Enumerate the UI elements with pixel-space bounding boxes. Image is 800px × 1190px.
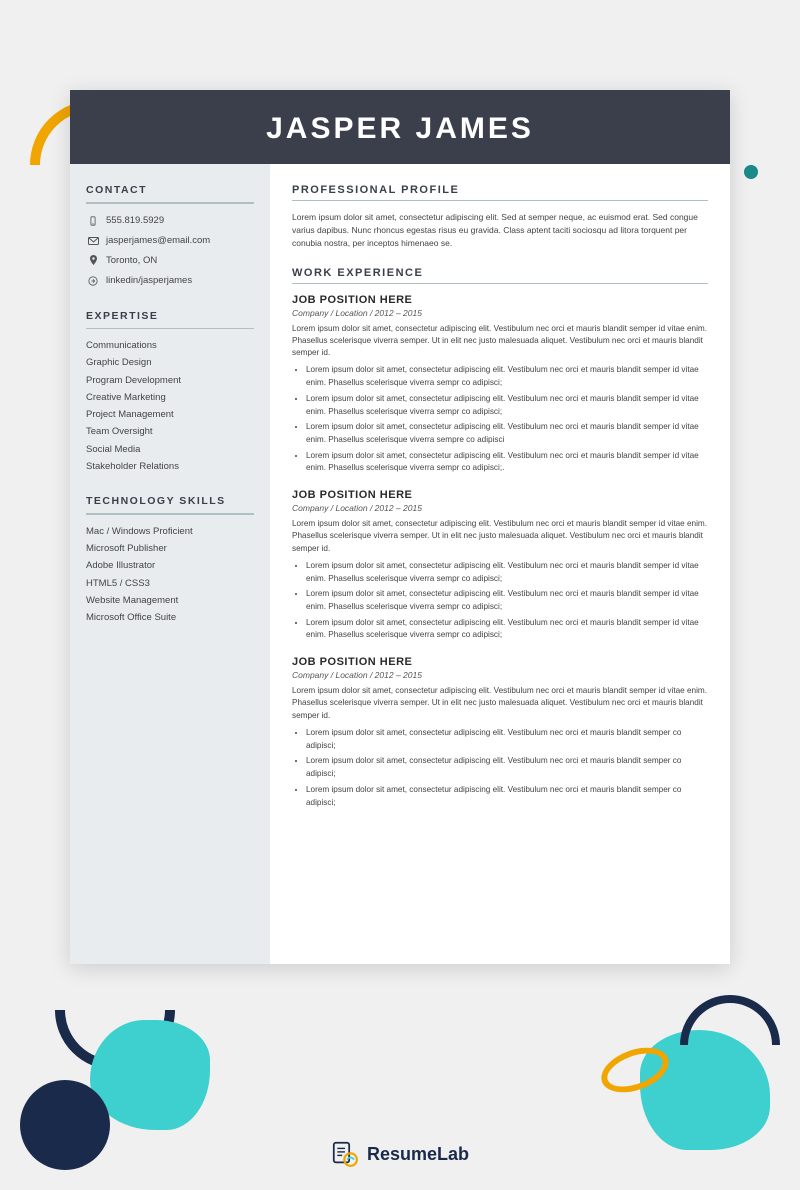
main-content: PROFESSIONAL PROFILE Lorem ipsum dolor s…	[270, 164, 730, 964]
job-1: JOB POSITION HERE Company / Location / 2…	[292, 294, 708, 476]
resume-header: JASPER JAMES	[70, 90, 730, 164]
location-contact: Toronto, ON	[86, 254, 254, 268]
teal-blob2-decoration	[640, 1030, 770, 1150]
expertise-section: EXPERTISE Communications Graphic Design …	[86, 310, 254, 474]
job-2-bullets: Lorem ipsum dolor sit amet, consectetur …	[292, 560, 708, 642]
expertise-item: Team Oversight	[86, 425, 254, 438]
linkedin-contact: linkedin/jasperjames	[86, 274, 254, 288]
linkedin-icon	[86, 274, 100, 288]
bullet-item: Lorem ipsum dolor sit amet, consectetur …	[306, 784, 708, 809]
candidate-name: JASPER JAMES	[90, 112, 710, 146]
work-section-title: WORK EXPERIENCE	[292, 267, 708, 279]
job-2-company: Company / Location / 2012 – 2015	[292, 503, 708, 513]
expertise-item: Social Media	[86, 443, 254, 456]
tech-item: Website Management	[86, 594, 254, 607]
expertise-section-title: EXPERTISE	[86, 310, 254, 322]
location-icon	[86, 254, 100, 268]
job-1-company: Company / Location / 2012 – 2015	[292, 308, 708, 318]
job-1-description: Lorem ipsum dolor sit amet, consectetur …	[292, 323, 708, 360]
job-2-title: JOB POSITION HERE	[292, 489, 708, 501]
bullet-item: Lorem ipsum dolor sit amet, consectetur …	[306, 421, 708, 446]
resumelab-branding: ResumeLab	[331, 1140, 469, 1168]
job-3: JOB POSITION HERE Company / Location / 2…	[292, 656, 708, 809]
bullet-item: Lorem ipsum dolor sit amet, consectetur …	[306, 393, 708, 418]
tech-section-title: TECHNOLOGY SKILLS	[86, 495, 254, 507]
email-text: jasperjames@email.com	[106, 235, 210, 246]
resume-body: CONTACT 555.819.5929 jasperjames@email.c…	[70, 164, 730, 964]
resume-document: JASPER JAMES CONTACT 555.819.5929	[70, 90, 730, 964]
tech-item: Microsoft Office Suite	[86, 611, 254, 624]
job-1-bullets: Lorem ipsum dolor sit amet, consectetur …	[292, 364, 708, 475]
tech-item: Microsoft Publisher	[86, 542, 254, 555]
phone-icon	[86, 214, 100, 228]
tech-divider	[86, 513, 254, 515]
job-2: JOB POSITION HERE Company / Location / 2…	[292, 489, 708, 642]
work-divider	[292, 283, 708, 284]
brand-name-bold: Lab	[437, 1144, 469, 1164]
resumelab-logo-icon	[331, 1140, 359, 1168]
bullet-item: Lorem ipsum dolor sit amet, consectetur …	[306, 560, 708, 585]
tech-item: Mac / Windows Proficient	[86, 525, 254, 538]
job-3-bullets: Lorem ipsum dolor sit amet, consectetur …	[292, 727, 708, 809]
profile-section: PROFESSIONAL PROFILE Lorem ipsum dolor s…	[292, 184, 708, 251]
location-text: Toronto, ON	[106, 255, 157, 266]
tech-item: Adobe Illustrator	[86, 559, 254, 572]
navy-blob-decoration	[20, 1080, 110, 1170]
expertise-item: Stakeholder Relations	[86, 460, 254, 473]
tech-item: HTML5 / CSS3	[86, 577, 254, 590]
profile-section-title: PROFESSIONAL PROFILE	[292, 184, 708, 196]
profile-text: Lorem ipsum dolor sit amet, consectetur …	[292, 211, 708, 251]
bullet-item: Lorem ipsum dolor sit amet, consectetur …	[306, 755, 708, 780]
bullet-item: Lorem ipsum dolor sit amet, consectetur …	[306, 727, 708, 752]
bullet-item: Lorem ipsum dolor sit amet, consectetur …	[306, 364, 708, 389]
bullet-item: Lorem ipsum dolor sit amet, consectetur …	[306, 450, 708, 475]
phone-contact: 555.819.5929	[86, 214, 254, 228]
job-2-description: Lorem ipsum dolor sit amet, consectetur …	[292, 518, 708, 555]
teal-dot-decoration	[744, 165, 758, 179]
resume-sidebar: CONTACT 555.819.5929 jasperjames@email.c…	[70, 164, 270, 964]
job-1-title: JOB POSITION HERE	[292, 294, 708, 306]
brand-name-plain: Resume	[367, 1144, 437, 1164]
linkedin-text: linkedin/jasperjames	[106, 275, 192, 286]
expertise-divider	[86, 328, 254, 330]
job-3-title: JOB POSITION HERE	[292, 656, 708, 668]
job-3-company: Company / Location / 2012 – 2015	[292, 670, 708, 680]
expertise-item: Creative Marketing	[86, 391, 254, 404]
resumelab-name: ResumeLab	[367, 1144, 469, 1165]
expertise-item: Communications	[86, 339, 254, 352]
work-experience-section: WORK EXPERIENCE JOB POSITION HERE Compan…	[292, 267, 708, 810]
expertise-item: Program Development	[86, 374, 254, 387]
tech-section: TECHNOLOGY SKILLS Mac / Windows Proficie…	[86, 495, 254, 624]
email-contact: jasperjames@email.com	[86, 234, 254, 248]
contact-section: CONTACT 555.819.5929 jasperjames@email.c…	[86, 184, 254, 288]
email-icon	[86, 234, 100, 248]
job-3-description: Lorem ipsum dolor sit amet, consectetur …	[292, 685, 708, 722]
expertise-item: Graphic Design	[86, 356, 254, 369]
bullet-item: Lorem ipsum dolor sit amet, consectetur …	[306, 588, 708, 613]
phone-text: 555.819.5929	[106, 215, 164, 226]
expertise-item: Project Management	[86, 408, 254, 421]
contact-section-title: CONTACT	[86, 184, 254, 196]
contact-divider	[86, 202, 254, 204]
profile-divider	[292, 200, 708, 201]
bullet-item: Lorem ipsum dolor sit amet, consectetur …	[306, 617, 708, 642]
